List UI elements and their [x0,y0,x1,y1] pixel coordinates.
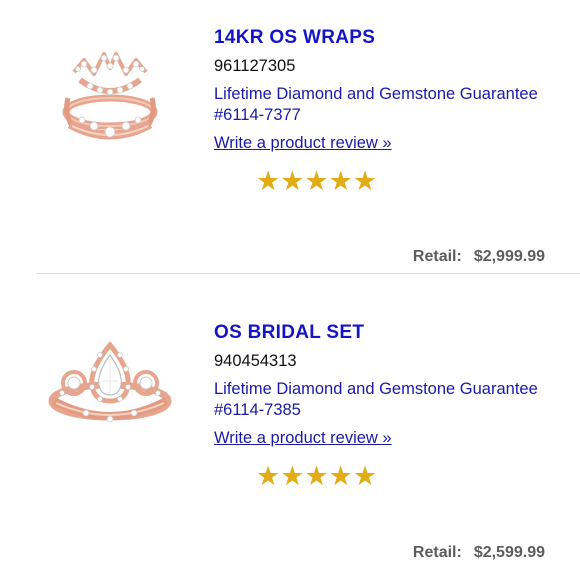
retail-price: Retail: $2,599.99 [413,544,545,562]
product-divider [36,273,580,274]
product-title[interactable]: OS BRIDAL SET [214,322,364,344]
retail-price: Retail: $2,999.99 [413,248,545,266]
product-sku: 940454313 [214,352,297,370]
price-value: $2,599.99 [473,544,545,561]
product-card: OS BRIDAL SET 940454313 Lifetime Diamond… [0,275,580,580]
price-value: $2,999.99 [473,248,545,265]
write-review-link[interactable]: Write a product review » [214,429,392,448]
ring-wrap-image[interactable] [50,40,170,145]
product-card: 14KR OS WRAPS 961127305 Lifetime Diamond… [0,0,580,274]
ring-wrap-icon [62,52,158,140]
guarantee-link[interactable]: Lifetime Diamond and Gemstone Guarantee … [214,84,544,126]
star-rating: ★★★★★ [256,166,378,196]
star-rating: ★★★★★ [256,461,378,491]
product-sku: 961127305 [214,57,296,75]
retail-label: Retail: [412,248,462,265]
write-review-link[interactable]: Write a product review » [214,134,392,153]
bridal-ring-image[interactable] [40,335,180,430]
guarantee-link[interactable]: Lifetime Diamond and Gemstone Guarantee … [214,379,544,421]
bridal-ring-icon [48,341,172,423]
product-title[interactable]: 14KR OS WRAPS [214,27,375,49]
retail-label: Retail: [412,544,462,561]
